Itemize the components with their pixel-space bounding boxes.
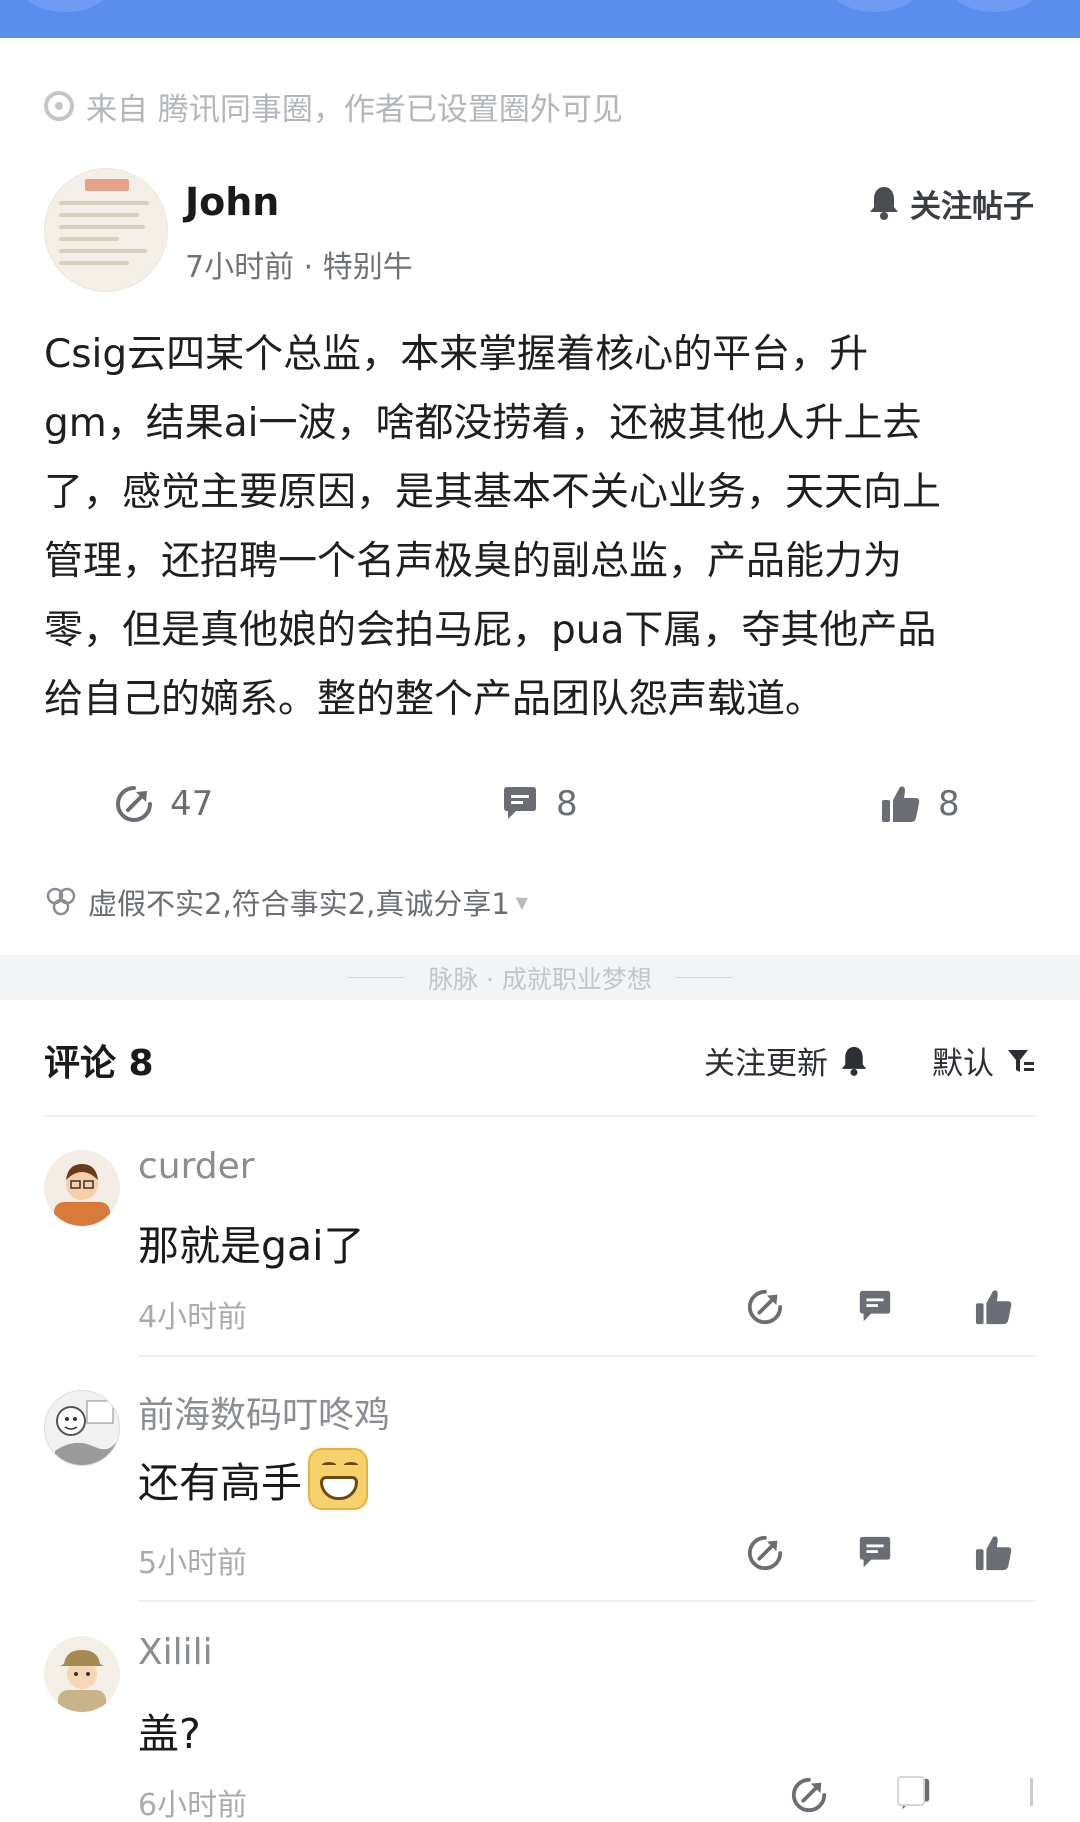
bell-icon: [870, 187, 898, 220]
comment-text: 盖?: [138, 1710, 201, 1758]
post-body-line: 零，但是真他娘的会拍马屁，pua下属，夺其他产品: [44, 608, 937, 653]
comment-icon[interactable]: [856, 1534, 894, 1572]
follow-post-button[interactable]: 关注帖子: [868, 180, 1034, 226]
author-avatar[interactable]: [44, 168, 168, 292]
comment-icon[interactable]: [856, 1288, 894, 1326]
comment-icon: [504, 787, 536, 819]
post-body-line: Csig云四某个总监，本来掌握着核心的平台，升: [44, 332, 869, 377]
comment-author[interactable]: curder: [138, 1146, 255, 1187]
share-icon[interactable]: [746, 1534, 784, 1572]
reaction-summary[interactable]: 虚假不实2,符合事实2,真诚分享1 ▼: [44, 880, 528, 924]
share-count: 47: [170, 784, 214, 824]
divider: [44, 1115, 1036, 1117]
comment-avatar[interactable]: [44, 1636, 120, 1712]
source-text: 来自 腾讯同事圈，作者已设置圈外可见: [86, 91, 623, 128]
comment-avatar[interactable]: [44, 1150, 120, 1226]
bell-icon: [841, 1046, 867, 1076]
top-bar-shape: [20, 0, 110, 12]
divider: [138, 1355, 1036, 1357]
thumbs-up-icon: [882, 786, 920, 822]
comment-button[interactable]: 8: [500, 780, 578, 828]
source-line: 来自 腾讯同事圈，作者已设置圈外可见: [44, 86, 623, 128]
post-body-line: 管理，还招聘一个名声极臭的副总监，产品能力为: [44, 539, 903, 584]
reaction-text: 虚假不实2,符合事实2,真诚分享1: [88, 887, 510, 921]
post-body-line: 了，感觉主要原因，是其基本不关心业务，天天向上: [44, 470, 942, 515]
comment-time: 6小时前: [138, 1788, 248, 1822]
post-body-line: gm，结果ai一波，啥都没捞着，还被其他人升上去: [44, 401, 922, 446]
comments-title: 评论 8: [44, 1043, 154, 1084]
comment-actions: [746, 1534, 1036, 1582]
share-button[interactable]: 47: [114, 780, 213, 828]
filter-icon: [1008, 1049, 1034, 1072]
thumbs-up-icon[interactable]: [974, 1534, 1014, 1572]
author-name[interactable]: John: [185, 180, 279, 224]
grin-emoji-icon: [308, 1448, 368, 1510]
like-button[interactable]: 8: [880, 780, 960, 828]
flower-icon: [46, 887, 76, 916]
share-icon[interactable]: [746, 1288, 784, 1326]
comment-time: 4小时前: [138, 1300, 248, 1335]
sort-label: 默认: [932, 1046, 994, 1082]
comments-header: 评论 8 关注更新 默认: [44, 1034, 1036, 1084]
post-stats: 47 8 8: [0, 780, 1080, 828]
top-bar-shape: [950, 0, 1040, 12]
follow-post-label: 关注帖子: [910, 188, 1034, 225]
comment-count: 8: [556, 784, 578, 824]
post-body-line: 给自己的嫡系。整的整个产品团队怨声载道。: [44, 677, 825, 722]
top-bar: [0, 0, 1080, 38]
comment-actions: [746, 1288, 1036, 1336]
follow-updates-button[interactable]: 关注更新: [704, 1038, 868, 1083]
comment-text: 还有高手: [138, 1459, 302, 1507]
top-bar-shape: [830, 0, 920, 12]
slogan-text: 脉脉 · 成就职业梦想: [428, 964, 652, 994]
slogan-band: 脉脉 · 成就职业梦想: [0, 955, 1080, 1000]
comment-time: 5小时前: [138, 1546, 248, 1581]
scroll-indicator: [1030, 1778, 1033, 1806]
post-body: Csig云四某个总监，本来掌握着核心的平台，升 gm，结果ai一波，啥都没捞着，…: [44, 320, 1034, 734]
comment-text-row: 还有高手: [138, 1448, 368, 1510]
comment-actions: [790, 1776, 960, 1822]
share-icon: [116, 786, 152, 822]
like-count: 8: [938, 784, 960, 824]
overlay-box: [897, 1776, 925, 1806]
follow-updates-label: 关注更新: [704, 1046, 828, 1082]
divider: [138, 1600, 1036, 1602]
thumbs-up-icon[interactable]: [974, 1288, 1014, 1326]
share-icon[interactable]: [790, 1776, 828, 1814]
circle-info-icon: [44, 91, 74, 121]
comment-author[interactable]: Xilili: [138, 1632, 213, 1673]
post-meta: 7小时前 · 特别牛: [185, 250, 413, 285]
comment-text: 那就是gai了: [138, 1222, 365, 1270]
caret-down-icon: ▼: [515, 892, 529, 912]
comment-author[interactable]: 前海数码叮咚鸡: [138, 1386, 390, 1438]
comment-avatar[interactable]: [44, 1390, 120, 1466]
sort-button[interactable]: 默认: [932, 1038, 1036, 1083]
